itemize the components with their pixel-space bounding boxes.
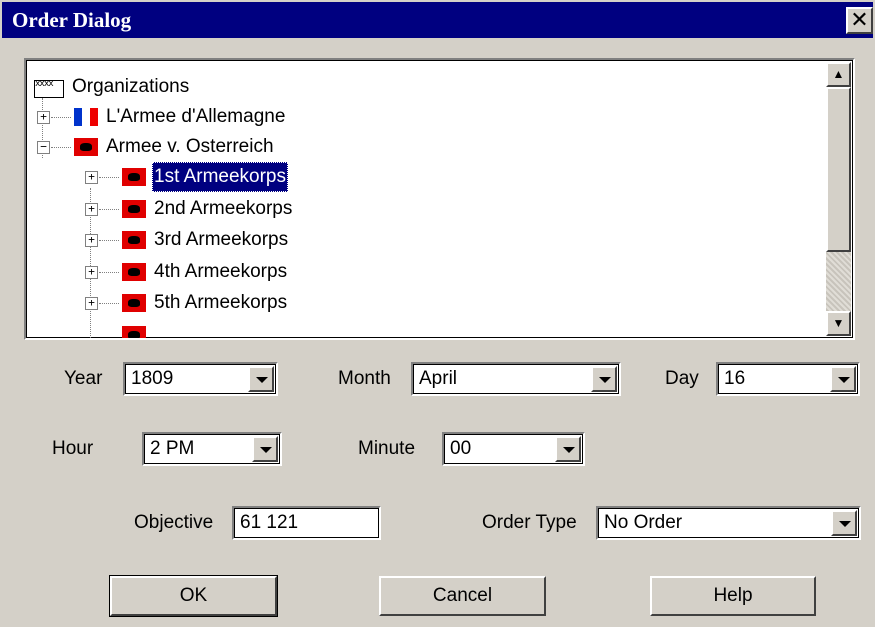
tree-node-label: Armee v. Osterreich (106, 136, 274, 157)
month-label: Month (338, 368, 391, 389)
organization-icon (34, 69, 64, 99)
cancel-button[interactable]: Cancel (379, 576, 546, 616)
tree-node-armee-allemagne[interactable]: + L'Armee d'Allemagne (34, 102, 434, 132)
expand-icon[interactable]: + (37, 111, 50, 124)
minute-select[interactable]: 00 (442, 432, 585, 466)
scroll-up-button[interactable]: ▲ (826, 62, 851, 87)
chevron-down-icon[interactable] (831, 510, 857, 536)
tree-node-4th-armeekorps[interactable]: + 4th Armeekorps (82, 257, 482, 287)
hour-select[interactable]: 2 PM (142, 432, 282, 466)
tree-connector (51, 117, 71, 118)
tree-node-5th-armeekorps[interactable]: + 5th Armeekorps (82, 288, 482, 318)
order-dialog: Order Dialog ✕ Organizations + L'Armee d… (0, 0, 875, 627)
close-icon: ✕ (850, 7, 869, 32)
flag-austria-icon (122, 263, 146, 281)
tree-node-label: L'Armee d'Allemagne (106, 106, 286, 127)
ok-button[interactable]: OK (109, 575, 278, 617)
flag-austria-icon (74, 138, 98, 156)
tree-node-label: 4th Armeekorps (154, 261, 288, 282)
chevron-down-icon[interactable] (830, 366, 856, 392)
month-select[interactable]: April (411, 362, 621, 396)
flag-france-icon (74, 108, 98, 126)
tree-node-label: 2nd Armeekorps (154, 198, 293, 219)
chevron-down-icon[interactable] (591, 366, 617, 392)
flag-austria-icon (122, 200, 146, 218)
flag-austria-icon (122, 231, 146, 249)
tree-connector (51, 147, 71, 148)
hour-label: Hour (52, 438, 94, 459)
chevron-down-icon[interactable] (555, 436, 581, 462)
tree-connector (99, 272, 119, 273)
objective-value: 61 121 (240, 512, 299, 533)
tree-node-3rd-armeekorps[interactable]: + 3rd Armeekorps (82, 225, 482, 255)
day-label: Day (665, 368, 699, 389)
collapse-icon[interactable]: − (37, 141, 50, 154)
year-value: 1809 (131, 368, 174, 389)
objective-label: Objective (134, 512, 214, 533)
minute-label: Minute (358, 438, 416, 459)
expand-icon[interactable]: + (85, 171, 98, 184)
arrow-down-icon: ▼ (832, 316, 845, 330)
expand-icon[interactable]: + (85, 297, 98, 310)
scroll-thumb[interactable] (826, 87, 851, 252)
day-value: 16 (724, 368, 746, 389)
tree-connector (99, 209, 119, 210)
year-select[interactable]: 1809 (123, 362, 278, 396)
tree-list: Organizations + L'Armee d'Allemagne − Ar… (26, 60, 826, 338)
tree-node-1st-armeekorps[interactable]: + 1st Armeekorps (82, 162, 482, 192)
close-button[interactable]: ✕ (846, 7, 873, 34)
expand-icon[interactable]: + (85, 203, 98, 216)
chevron-down-icon[interactable] (248, 366, 274, 392)
month-value: April (419, 368, 458, 389)
tree-connector (99, 240, 119, 241)
order-type-label: Order Type (482, 512, 577, 533)
tree-node-armee-osterreich[interactable]: − Armee v. Osterreich (34, 132, 434, 162)
day-select[interactable]: 16 (716, 362, 860, 396)
year-label: Year (64, 368, 103, 389)
tree-node-label: 3rd Armeekorps (154, 229, 289, 250)
order-type-select[interactable]: No Order (596, 506, 861, 540)
tree-scrollbar[interactable]: ▲ ▼ (826, 62, 851, 336)
chevron-down-icon[interactable] (252, 436, 278, 462)
flag-austria-icon (122, 294, 146, 312)
hour-value: 2 PM (150, 438, 195, 459)
tree-root-label: Organizations (72, 76, 190, 97)
flag-austria-icon (122, 168, 146, 186)
tree-connector (99, 177, 119, 178)
minute-value: 00 (450, 438, 472, 459)
tree-node-2nd-armeekorps[interactable]: + 2nd Armeekorps (82, 194, 482, 224)
tree-connector (99, 303, 119, 304)
tree-node-label: 5th Armeekorps (154, 292, 288, 313)
arrow-up-icon: ▲ (832, 67, 845, 81)
window-title: Order Dialog (12, 8, 132, 32)
expand-icon[interactable]: + (85, 234, 98, 247)
tree-node-label-selected: 1st Armeekorps (152, 162, 288, 192)
expand-icon[interactable]: + (85, 266, 98, 279)
objective-input[interactable]: 61 121 (232, 506, 381, 540)
flag-austria-icon (122, 326, 146, 338)
scroll-down-button[interactable]: ▼ (826, 311, 851, 336)
organization-tree[interactable]: Organizations + L'Armee d'Allemagne − Ar… (24, 58, 855, 340)
title-bar[interactable]: Order Dialog ✕ (2, 2, 873, 38)
help-button[interactable]: Help (650, 576, 816, 616)
order-type-value: No Order (604, 512, 683, 533)
tree-node-partial[interactable] (82, 320, 482, 338)
